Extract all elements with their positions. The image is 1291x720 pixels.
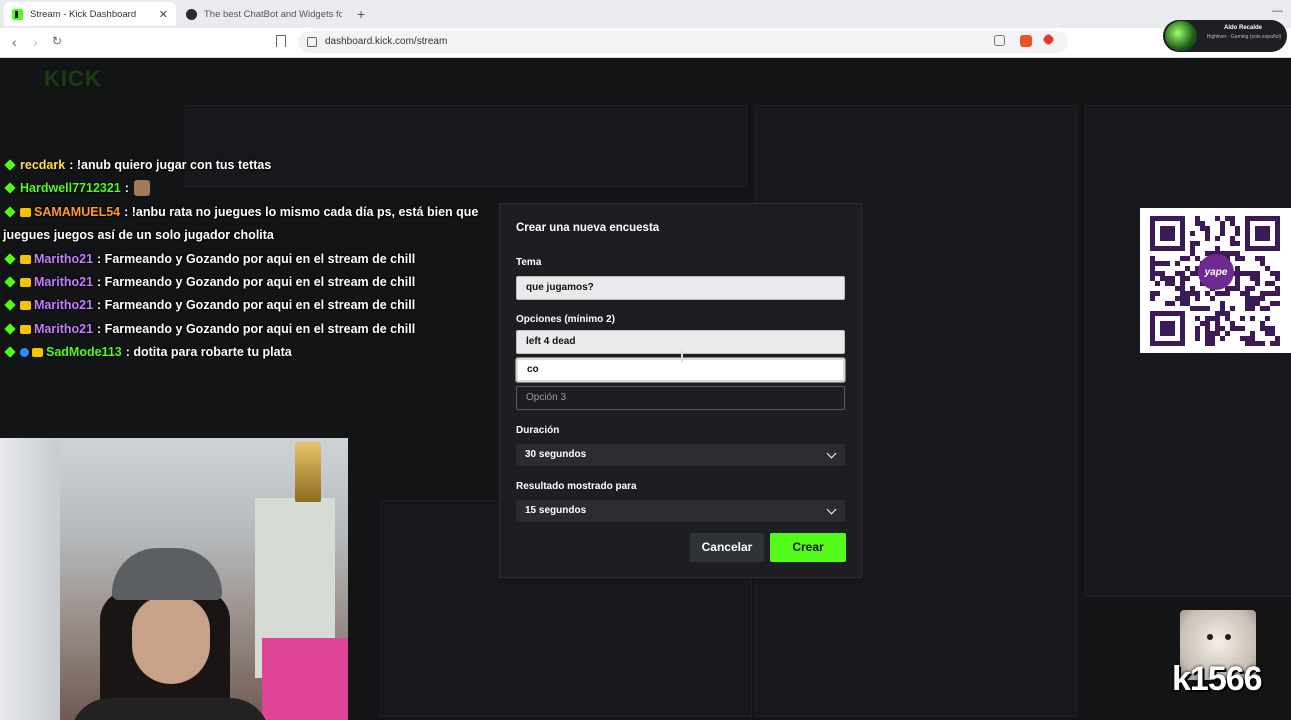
url-text: dashboard.kick.com/stream: [325, 36, 448, 47]
diamond-badge-icon: [4, 323, 16, 335]
browser-tab-strip: Stream - Kick Dashboard ✕ The best ChatB…: [0, 0, 1291, 28]
chat-username[interactable]: SadMode113: [46, 345, 122, 359]
create-poll-modal: Crear una nueva encuesta Tema que jugamo…: [499, 203, 862, 578]
minimize-icon[interactable]: —: [1272, 5, 1283, 17]
reload-icon[interactable]: ↻: [52, 34, 62, 48]
forward-icon[interactable]: ›: [33, 34, 38, 50]
duration-label: Duración: [516, 425, 560, 436]
pink-bag: [262, 638, 348, 720]
tab-label: Stream - Kick Dashboard: [30, 8, 137, 20]
result-duration-select[interactable]: 15 segundos: [516, 500, 845, 522]
profile-chip[interactable]: Aldo Recalde Hightiver · Gaming (solo es…: [1163, 20, 1287, 52]
yape-logo: yape: [1198, 254, 1234, 290]
duration-value: 30 segundos: [525, 449, 587, 460]
close-tab-icon[interactable]: ✕: [159, 8, 168, 21]
yape-qr-code: yape: [1140, 208, 1291, 353]
diamond-badge-icon: [4, 252, 16, 265]
chat-username[interactable]: Maritho21: [34, 322, 93, 336]
chat-username[interactable]: Hardwell7712321: [20, 181, 121, 195]
crown-badge-icon: [20, 278, 31, 288]
chat-username[interactable]: Maritho21: [34, 298, 93, 312]
chat-message: Hardwell7712321:: [3, 177, 493, 200]
crown-badge-icon: [20, 301, 31, 311]
gem-badge-icon: [20, 348, 29, 358]
chat-username[interactable]: SAMAMUEL54: [34, 205, 120, 219]
chat-text: : Farmeando y Gozando por aqui en el str…: [97, 321, 416, 336]
tab-kick-dashboard[interactable]: Stream - Kick Dashboard ✕: [4, 2, 176, 26]
chat-text: : Farmeando y Gozando por aqui en el str…: [97, 251, 416, 266]
emote-icon: [133, 180, 150, 197]
chat-message: SadMode113: dotita para robarte tu plata: [3, 341, 493, 364]
chat-username[interactable]: Maritho21: [34, 275, 93, 289]
chevron-down-icon: [826, 448, 837, 459]
diamond-badge-icon: [4, 346, 16, 358]
site-info-icon[interactable]: [307, 37, 317, 47]
chat-text: :: [124, 181, 129, 196]
avatar: [1165, 21, 1197, 51]
chat-message: recdark : !anub quiero jugar con tus tett…: [3, 154, 493, 177]
trophy: [295, 442, 321, 502]
topic-input[interactable]: que jugamos?: [516, 276, 845, 300]
chat-message: SAMAMUEL54: !anbu rata no juegues lo mis…: [3, 201, 493, 248]
result-duration-value: 15 segundos: [525, 505, 587, 516]
browser-toolbar: ‹ › ↻ dashboard.kick.com/stream: [0, 28, 1291, 58]
tab-chatbot[interactable]: The best ChatBot and Widgets for Kic: [178, 2, 350, 26]
chat-text: : Farmeando y Gozando por aqui en el str…: [97, 298, 416, 313]
chat-message: Maritho21 : Farmeando y Gozando por aqui …: [3, 318, 493, 341]
topic-label: Tema: [516, 257, 542, 268]
botrix-favicon-icon: [186, 8, 197, 20]
chat-text: : !anub quiero jugar con tus tettas: [69, 158, 272, 172]
bookmark-icon[interactable]: [276, 35, 286, 47]
back-icon[interactable]: ‹: [12, 34, 17, 50]
address-bar[interactable]: dashboard.kick.com/stream: [298, 31, 1068, 53]
diamond-badge-icon: [4, 159, 16, 171]
create-button[interactable]: Crear: [770, 533, 846, 562]
diamond-badge-icon: [4, 276, 16, 288]
crown-badge-icon: [20, 254, 31, 264]
tab-label: The best ChatBot and Widgets for Kic: [204, 8, 342, 20]
text-cursor-icon: [681, 350, 683, 362]
kick-favicon-icon: [12, 8, 23, 20]
diamond-badge-icon: [4, 206, 16, 218]
chat-text: : dotita para robarte tu plata: [125, 345, 292, 360]
modal-title: Crear una nueva encuesta: [516, 222, 660, 234]
diamond-badge-icon: [4, 182, 16, 195]
chevron-down-icon: [826, 504, 837, 515]
crown-badge-icon: [32, 348, 43, 358]
chat-overlay: recdark : !anub quiero jugar con tus tett…: [3, 154, 493, 365]
kick-logo: KICK: [44, 66, 102, 91]
cancel-button[interactable]: Cancelar: [690, 533, 764, 562]
curtain: [0, 438, 60, 720]
chat-username[interactable]: recdark: [20, 158, 65, 172]
pet-cam-label: k1566: [1172, 660, 1263, 698]
options-label: Opciones (mínimo 2): [516, 314, 615, 325]
cap: [112, 548, 222, 600]
option-3-input[interactable]: Opción 3: [516, 386, 845, 410]
webcam-feed: [0, 438, 348, 720]
share-icon[interactable]: [994, 35, 1005, 46]
chat-username[interactable]: Maritho21: [34, 252, 93, 266]
chat-message: Maritho21 : Farmeando y Gozando por aqui …: [3, 248, 493, 271]
diamond-badge-icon: [4, 299, 16, 312]
profile-name: Aldo Recalde: [1223, 25, 1262, 31]
streamer: [70, 498, 270, 720]
crown-badge-icon: [20, 207, 31, 217]
crown-badge-icon: [20, 324, 31, 334]
result-label: Resultado mostrado para: [516, 481, 637, 492]
profile-subtitle: Hightiver · Gaming (solo español): [1206, 34, 1282, 40]
chat-text: : Farmeando y Gozando por aqui en el str…: [97, 275, 416, 290]
brave-shield-icon[interactable]: [1020, 35, 1032, 47]
chat-message: Maritho21 : Farmeando y Gozando por aqui …: [3, 294, 493, 317]
duration-select[interactable]: 30 segundos: [516, 444, 845, 466]
new-tab-icon[interactable]: +: [357, 6, 365, 22]
chat-message: Maritho21 : Farmeando y Gozando por aqui …: [3, 271, 493, 294]
